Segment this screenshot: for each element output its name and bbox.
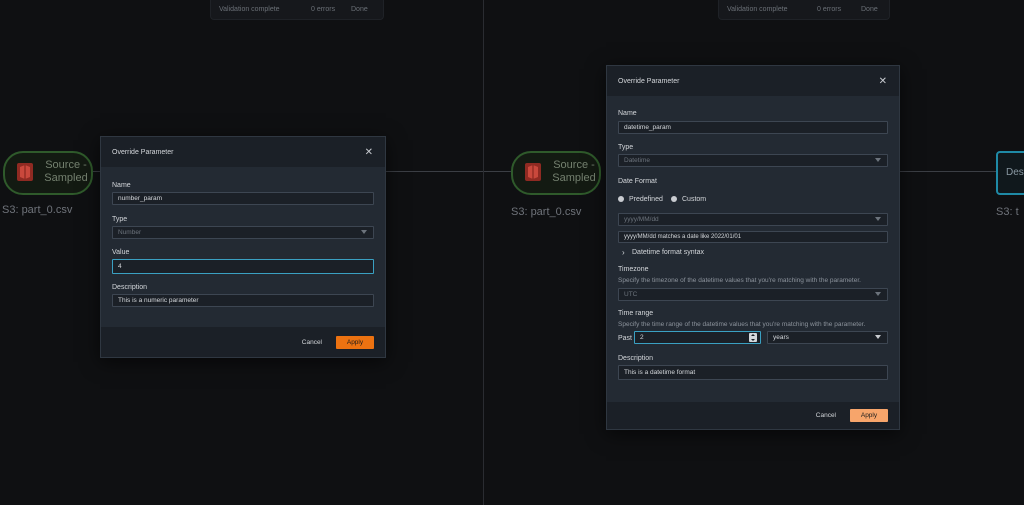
validation-done-button[interactable]: Done [351,6,368,13]
type-label: Type [112,216,128,223]
name-input[interactable]: datetime_param [618,121,888,134]
chevron-down-icon [875,158,881,162]
name-label: Name [112,182,131,189]
apply-button[interactable]: Apply [850,409,888,422]
validation-bar: Validation complete 0 errors Done [210,0,384,20]
datetime-format-syntax-toggle[interactable]: Datetime format syntax [632,249,704,256]
override-parameter-dialog-datetime: Override Parameter ✕ Name datetime_param… [606,65,900,430]
past-label: Past [618,335,633,342]
cancel-button[interactable]: Cancel [302,339,322,346]
validation-status: Validation complete [727,6,788,13]
past-value: 2 [640,334,644,341]
destination-node[interactable]: Dest [996,151,1024,195]
predefined-radio-label[interactable]: Predefined [629,196,663,203]
predefined-radio[interactable] [618,196,624,202]
chevron-down-icon [875,335,881,339]
value-label: Value [112,249,130,256]
type-select-value: Datetime [624,157,651,164]
source-node-label: Source - Sampled [44,159,88,184]
chevron-down-icon [361,230,367,234]
type-select[interactable]: Datetime [618,154,888,167]
time-range-label: Time range [618,310,654,317]
validation-errors: 0 errors [311,6,336,13]
number-stepper-icon[interactable] [749,333,757,342]
type-label: Type [618,144,634,151]
dialog-title: Override Parameter [618,77,680,85]
format-select-value: yyyy/MM/dd [624,216,659,223]
dialog-footer: Cancel Apply [101,327,385,357]
close-icon[interactable]: ✕ [879,76,887,87]
validation-bar: Validation complete 0 errors Done [718,0,890,20]
close-icon[interactable]: ✕ [365,147,373,158]
cancel-button[interactable]: Cancel [816,412,836,419]
validation-status: Validation complete [219,6,280,13]
source-node-caption: S3: part_0.csv [511,206,582,218]
chevron-down-icon [875,217,881,221]
time-unit-select[interactable]: years [767,331,888,344]
s3-bucket-icon [525,163,541,181]
time-unit-value: years [773,334,789,341]
timezone-select-value: UTC [624,291,638,298]
timezone-label: Timezone [618,266,649,273]
timezone-select[interactable]: UTC [618,288,888,301]
destination-node-label: Dest [1006,167,1024,178]
right-canvas: Validation complete 0 errors Done Source… [484,0,1024,505]
time-range-hint: Specify the time range of the datetime v… [618,321,866,328]
chevron-down-icon [875,292,881,296]
description-input[interactable]: This is a numeric parameter [112,294,374,307]
s3-bucket-icon [17,163,33,181]
apply-button[interactable]: Apply [336,335,374,349]
value-input[interactable]: 4 [112,259,374,274]
dialog-footer: Cancel Apply [607,402,899,429]
chevron-right-icon[interactable]: › [622,248,625,257]
name-label: Name [618,110,637,117]
description-label: Description [112,284,148,291]
source-node[interactable]: Source - Sampled [3,151,93,195]
past-value-input[interactable]: 2 [634,331,761,344]
date-format-label: Date Format [618,178,657,185]
left-canvas: Validation complete 0 errors Done Source… [0,0,483,505]
type-select-value: Number [118,229,142,236]
destination-node-caption: S3: t [996,206,1019,218]
format-example: yyyy/MM/dd matches a date like 2022/01/0… [618,231,888,243]
source-node-caption: S3: part_0.csv [2,204,73,216]
source-node[interactable]: Source - Sampled [511,151,601,195]
custom-radio-label[interactable]: Custom [682,196,706,203]
description-input[interactable]: This is a datetime format [618,365,888,380]
validation-done-button[interactable]: Done [861,6,878,13]
flow-edge [484,171,514,172]
flow-edge [898,171,998,172]
override-parameter-dialog-number: Override Parameter ✕ Name number_param T… [100,136,386,358]
custom-radio[interactable] [671,196,677,202]
description-label: Description [618,355,654,362]
validation-errors: 0 errors [817,6,842,13]
dialog-title: Override Parameter [112,148,174,156]
type-select[interactable]: Number [112,226,374,239]
format-select[interactable]: yyyy/MM/dd [618,213,888,226]
name-input[interactable]: number_param [112,192,374,205]
dialog-header: Override Parameter ✕ [101,137,385,167]
timezone-hint: Specify the timezone of the datetime val… [618,277,861,284]
source-node-label: Source - Sampled [552,159,596,184]
dialog-header: Override Parameter ✕ [607,66,899,96]
